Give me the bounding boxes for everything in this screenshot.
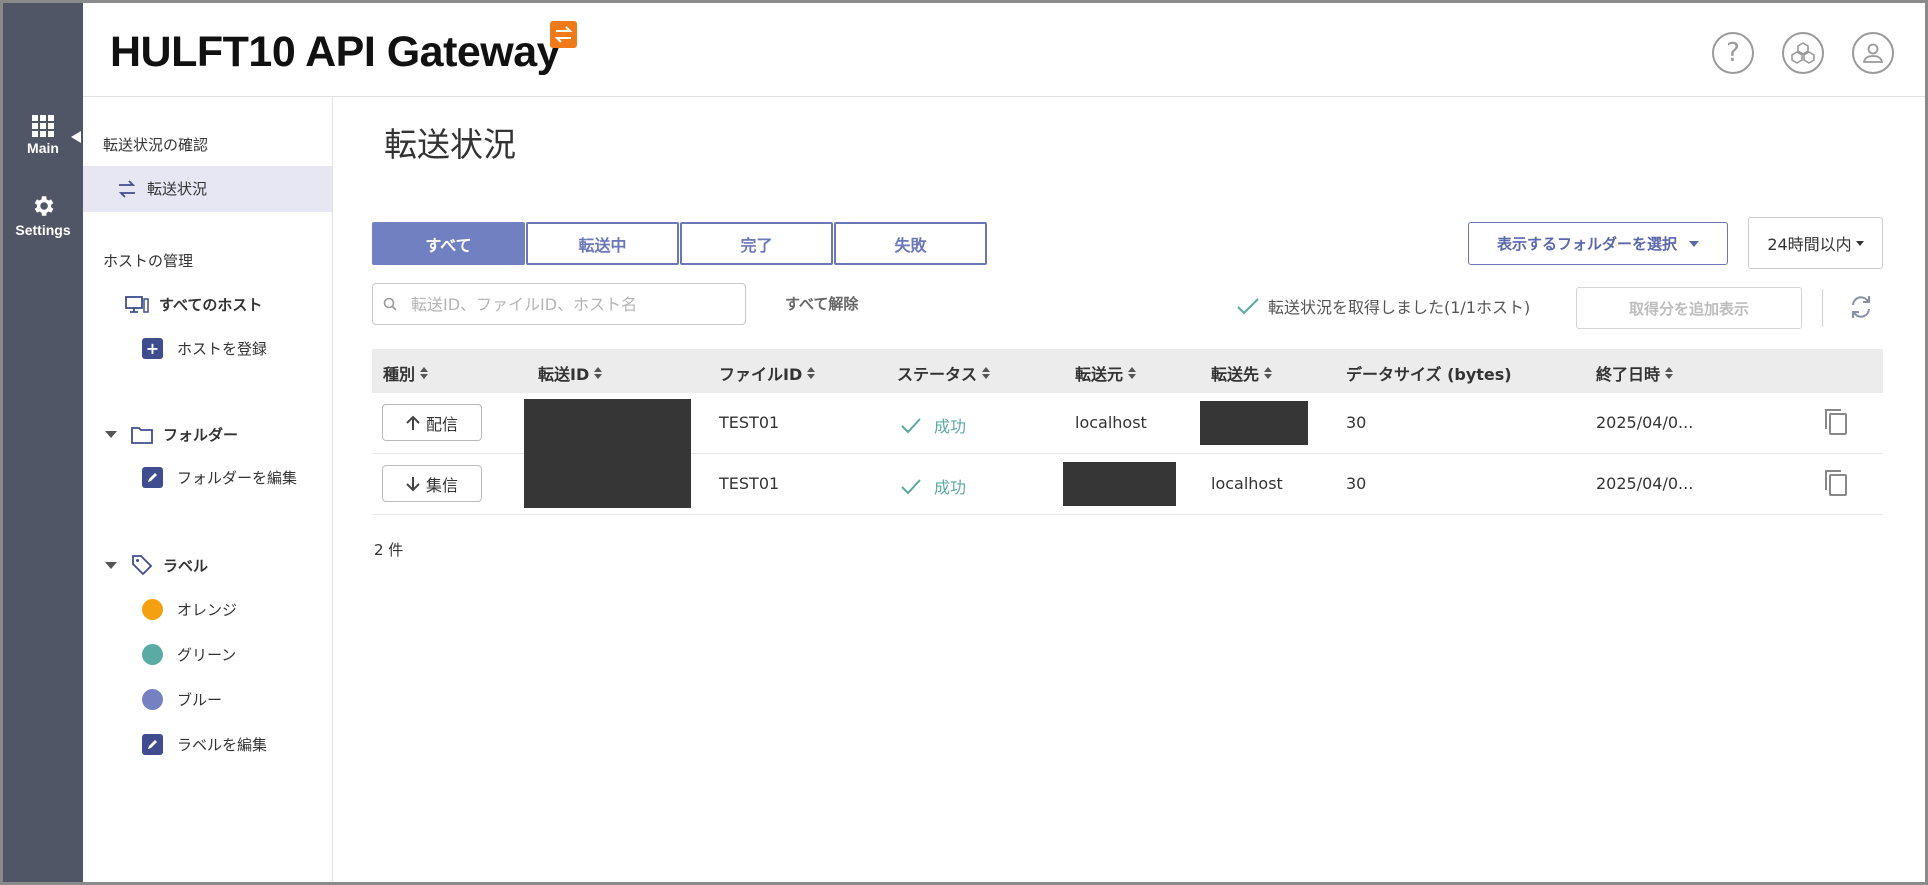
orange-dot-icon [142, 599, 163, 620]
sidebar-item-label-blue[interactable]: ブルー [142, 689, 222, 710]
folder-select-dropdown[interactable]: 表示するフォルダーを選択 [1468, 222, 1728, 265]
rail-main-label: Main [27, 140, 59, 156]
folder-icon [131, 426, 153, 444]
rail-settings-label: Settings [15, 222, 71, 238]
divider [1822, 289, 1823, 327]
status-cell: 成功 [900, 413, 966, 437]
user-account-icon[interactable] [1852, 32, 1894, 74]
edit-pencil-icon [142, 734, 163, 755]
sidebar-section-hosts: ホストの管理 [103, 252, 194, 270]
tab-completed[interactable]: 完了 [680, 222, 833, 265]
green-dot-icon [142, 644, 163, 665]
sidebar-item-edit-labels[interactable]: ラベルを編集 [142, 734, 267, 755]
column-header-file-id[interactable]: ファイルID [719, 361, 816, 385]
sort-icon [1264, 367, 1273, 379]
column-header-source[interactable]: 転送元 [1075, 361, 1137, 385]
sort-icon [982, 367, 991, 379]
column-header-status[interactable]: ステータス [897, 361, 991, 385]
blue-dot-icon [142, 689, 163, 710]
search-input[interactable] [411, 294, 711, 314]
column-header-transfer-id[interactable]: 転送ID [538, 361, 603, 385]
chevron-down-icon [1855, 240, 1864, 246]
tab-in-progress[interactable]: 転送中 [526, 222, 679, 265]
type-receive-button[interactable]: 集信 [382, 465, 482, 502]
tag-icon [132, 555, 153, 576]
gear-icon [34, 196, 54, 216]
sidebar-item-register-host[interactable]: + ホストを登録 [142, 338, 267, 359]
page-title: 転送状況 [384, 125, 516, 164]
transfer-arrows-icon [118, 179, 136, 198]
transfer-logo-icon [550, 21, 577, 48]
sort-icon [594, 367, 603, 379]
time-range-dropdown[interactable]: 24時間以内 [1748, 217, 1883, 269]
sidebar-group-labels[interactable]: ラベル [105, 554, 208, 576]
plus-icon: + [142, 338, 163, 359]
arrow-up-icon [406, 415, 420, 430]
status-cell: 成功 [900, 474, 966, 498]
file-id-cell: TEST01 [719, 413, 780, 432]
check-icon [901, 479, 921, 495]
app-header: HULFT10 API Gateway ? [83, 3, 1925, 97]
sidebar-item-label: 転送状況 [147, 180, 208, 198]
rail-settings-button[interactable]: Settings [3, 193, 83, 238]
arrow-down-icon [406, 476, 420, 491]
sidebar: 転送状況の確認 転送状況 ホストの管理 すべてのホスト + ホストを登録 フォル… [83, 97, 333, 882]
sidebar-item-label-green[interactable]: グリーン [142, 644, 236, 665]
result-count: 2 件 [374, 541, 404, 559]
data-size-cell: 30 [1346, 413, 1367, 432]
column-header-type[interactable]: 種別 [383, 361, 429, 385]
monitor-icon [125, 295, 149, 313]
sort-icon [1665, 367, 1674, 379]
column-header-destination[interactable]: 転送先 [1211, 361, 1273, 385]
transfer-table: 種別 転送ID ファイルID ステータス 転送元 転送先 データサイズ (byt… [372, 349, 1883, 515]
sidebar-item-transfer-status[interactable]: 転送状況 [83, 166, 332, 212]
type-send-button[interactable]: 配信 [382, 404, 482, 441]
end-time-cell: 2025/04/0... [1596, 413, 1694, 432]
apps-cube-icon[interactable] [1782, 32, 1824, 74]
sidebar-section-transfer: 転送状況の確認 [103, 136, 209, 154]
tab-all[interactable]: すべて [372, 222, 525, 265]
column-header-end-time[interactable]: 終了日時 [1596, 361, 1674, 385]
sidebar-group-folders[interactable]: フォルダー [105, 424, 238, 445]
fetch-status-message: 転送状況を取得しました(1/1ホスト) [1236, 294, 1530, 318]
check-icon [1237, 298, 1259, 315]
redacted-source [1063, 462, 1176, 506]
sort-icon [420, 367, 429, 379]
help-icon[interactable]: ? [1712, 32, 1754, 74]
chevron-down-icon [1689, 240, 1699, 247]
status-filter-tabs: すべて 転送中 完了 失敗 [372, 222, 987, 265]
end-time-cell: 2025/04/0... [1596, 474, 1694, 493]
sort-icon [807, 367, 816, 379]
sidebar-item-label-orange[interactable]: オレンジ [142, 599, 237, 620]
search-icon [383, 297, 397, 311]
rail-active-caret [71, 131, 81, 143]
column-header-data-size: データサイズ (bytes) [1346, 365, 1512, 384]
redacted-transfer-id [524, 399, 691, 508]
sidebar-item-edit-folders[interactable]: フォルダーを編集 [142, 467, 297, 488]
file-id-cell: TEST01 [719, 474, 780, 493]
refresh-icon[interactable] [1848, 293, 1874, 325]
sort-icon [1128, 367, 1137, 379]
collapse-triangle-icon [105, 561, 117, 569]
load-more-button[interactable]: 取得分を追加表示 [1576, 287, 1802, 329]
clear-all-button[interactable]: すべて解除 [785, 293, 858, 314]
search-box [372, 283, 746, 325]
collapse-triangle-icon [105, 431, 117, 438]
redacted-destination [1200, 401, 1308, 445]
copy-icon[interactable] [1822, 407, 1850, 441]
source-cell: localhost [1075, 413, 1147, 432]
edit-pencil-icon [142, 467, 163, 488]
grid-icon [32, 115, 54, 137]
tab-failed[interactable]: 失敗 [834, 222, 987, 265]
data-size-cell: 30 [1346, 474, 1367, 493]
table-header: 種別 転送ID ファイルID ステータス 転送元 転送先 データサイズ (byt… [372, 349, 1883, 393]
app-title: HULFT10 API Gateway [110, 28, 561, 76]
sidebar-item-all-hosts[interactable]: すべてのホスト [125, 294, 262, 315]
copy-icon[interactable] [1822, 468, 1850, 502]
destination-cell: localhost [1211, 474, 1283, 493]
check-icon [901, 418, 921, 434]
